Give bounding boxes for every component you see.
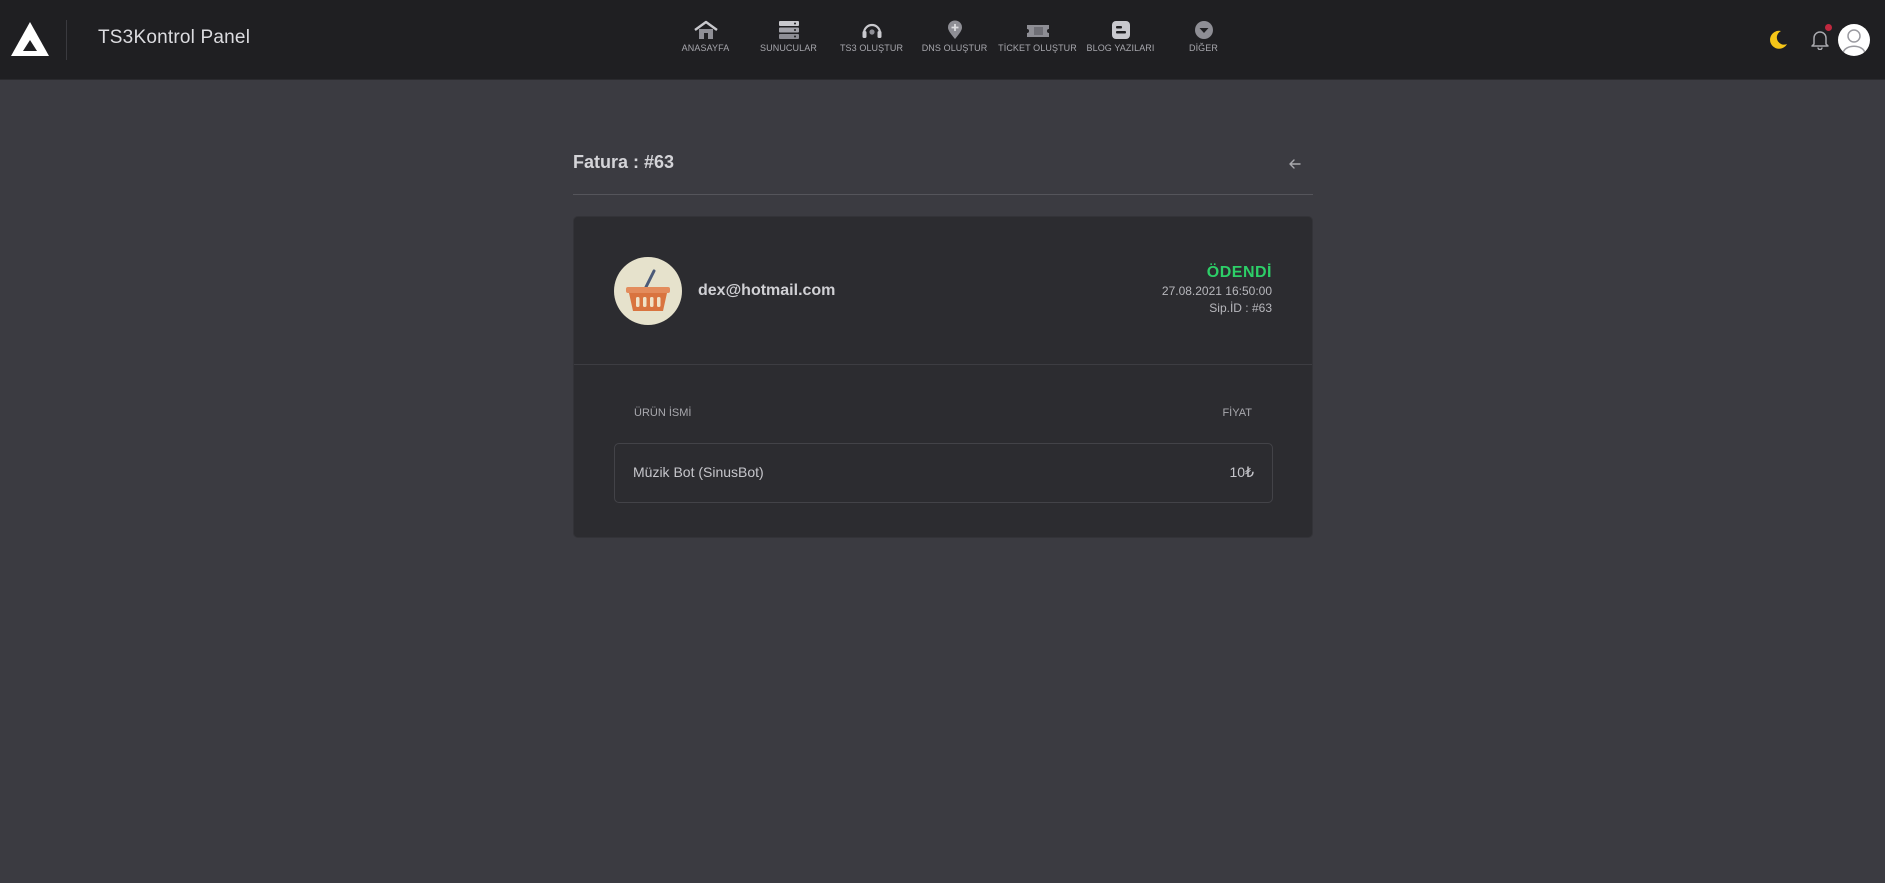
nav-item-blog-yazilari[interactable]: BLOG YAZILARI — [1079, 20, 1162, 60]
nav-item-ts3-olustur[interactable]: TS3 OLUŞTUR — [830, 20, 913, 60]
headset-icon — [862, 23, 881, 38]
top-navbar: TS3Kontrol Panel ANASAYFA SUNUCULAR TS3 … — [0, 0, 1885, 80]
bell-icon[interactable] — [1809, 24, 1832, 51]
nav-item-sunucular[interactable]: SUNUCULAR — [747, 20, 830, 60]
moon-icon[interactable] — [1767, 29, 1789, 51]
column-header-product-name: ÜRÜN İSMİ — [634, 407, 692, 419]
nav-label: DİĞER — [1188, 43, 1218, 53]
payment-status-badge: ÖDENDİ — [1206, 264, 1272, 281]
items-table-header: ÜRÜN İSMİ FİYAT — [614, 405, 1272, 431]
nav-item-diger[interactable]: DİĞER — [1162, 20, 1245, 60]
map-pin-icon — [947, 20, 962, 39]
user-avatar-icon[interactable] — [1838, 24, 1870, 56]
logo-divider — [66, 20, 67, 60]
product-price: 10₺ — [1229, 464, 1254, 480]
app-title: TS3Kontrol Panel — [98, 27, 251, 48]
page-title: Fatura : #63 — [573, 152, 675, 172]
customer-email: dex@hotmail.com — [698, 282, 836, 299]
nav-label: DNS OLUŞTUR — [921, 43, 988, 53]
order-id: Sip.İD : #63 — [1209, 301, 1272, 315]
nav-label: BLOG YAZILARI — [1086, 43, 1155, 53]
invoice-date: 27.08.2021 16:50:00 — [1161, 284, 1272, 298]
invoice-header: dex@hotmail.com ÖDENDİ 27.08.2021 16:50:… — [574, 217, 1312, 365]
arrow-left-icon[interactable] — [1287, 156, 1303, 172]
shopping-basket-icon — [614, 257, 682, 325]
invoice-items: ÜRÜN İSMİ FİYAT Müzik Bot (SinusBot) 10₺ — [574, 365, 1312, 503]
nav-label: ANASAYFA — [681, 43, 730, 53]
nav-label: SUNUCULAR — [760, 43, 817, 53]
nav-item-anasayfa[interactable]: ANASAYFA — [664, 20, 747, 60]
invoice-card: dex@hotmail.com ÖDENDİ 27.08.2021 16:50:… — [573, 216, 1313, 538]
product-name: Müzik Bot (SinusBot) — [633, 464, 764, 480]
nav-item-dns-olustur[interactable]: DNS OLUŞTUR — [913, 20, 996, 60]
table-row: Müzik Bot (SinusBot) 10₺ — [614, 443, 1273, 503]
page-header: Fatura : #63 — [573, 152, 1313, 195]
home-icon — [693, 20, 718, 39]
ticket-icon — [1026, 25, 1049, 37]
notification-dot — [1825, 24, 1832, 31]
nav-label: TİCKET OLUŞTUR — [998, 43, 1077, 53]
invoice-status-block: ÖDENDİ 27.08.2021 16:50:00 Sip.İD : #63 — [1162, 264, 1272, 315]
main-nav: ANASAYFA SUNUCULAR TS3 OLUŞTUR DNS OLUŞT… — [664, 20, 1245, 60]
brand-logo-icon[interactable] — [10, 20, 50, 58]
column-header-price: FİYAT — [1222, 407, 1252, 419]
nav-item-ticket-olustur[interactable]: TİCKET OLUŞTUR — [996, 20, 1079, 60]
chevron-down-circle-icon — [1194, 21, 1213, 39]
blog-icon — [1111, 21, 1130, 39]
server-icon — [778, 21, 799, 39]
nav-label: TS3 OLUŞTUR — [839, 43, 904, 53]
